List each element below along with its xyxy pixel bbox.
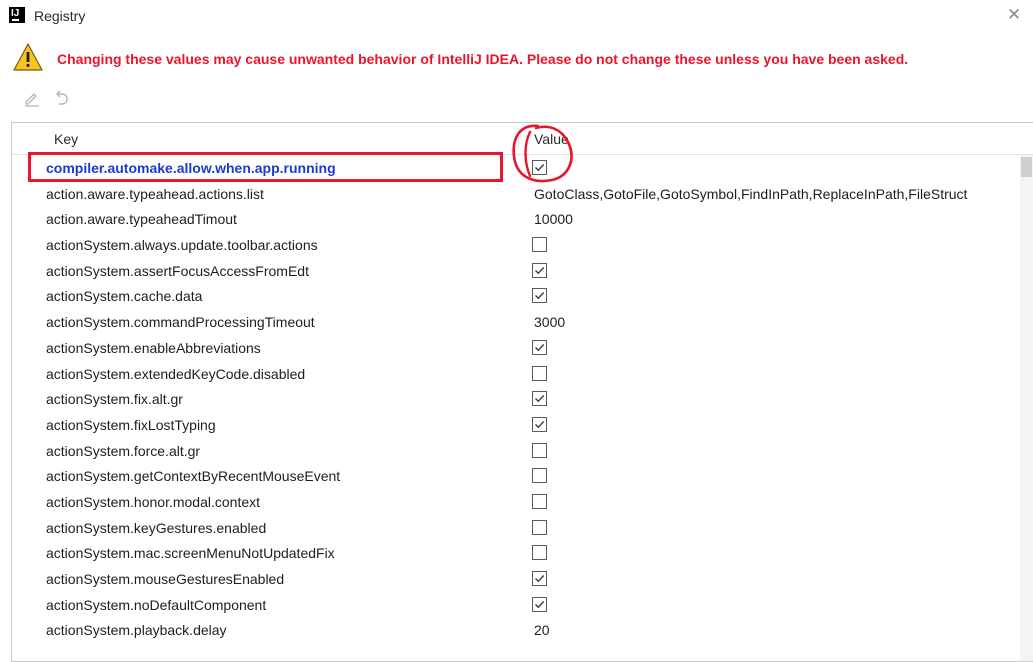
table-row[interactable]: actionSystem.force.alt.gr [12,438,1020,464]
table-row[interactable]: actionSystem.fix.alt.gr [12,386,1020,412]
row-value[interactable]: GotoClass,GotoFile,GotoSymbol,FindInPath… [534,186,1020,202]
scrollbar-thumb[interactable] [1021,157,1032,177]
row-key: actionSystem.mouseGesturesEnabled [46,571,285,587]
table-row[interactable]: compiler.automake.allow.when.app.running [12,155,1020,181]
column-divider[interactable] [518,129,519,149]
row-key: actionSystem.always.update.toolbar.actio… [46,237,318,254]
value-checkbox-unchecked[interactable] [532,519,547,535]
row-value[interactable]: 20 [534,622,1020,638]
row-key: actionSystem.commandProcessingTimeout [46,314,315,331]
table-row[interactable]: actionSystem.extendedKeyCode.disabled [12,361,1020,387]
registry-toolbar [22,88,102,110]
checkmark-icon [535,575,545,583]
window-title: Registry [34,8,86,24]
revert-undo-icon[interactable] [52,88,72,108]
table-row[interactable]: actionSystem.getContextByRecentMouseEven… [12,463,1020,489]
value-checkbox-checked[interactable] [532,160,547,175]
table-row[interactable]: actionSystem.honor.modal.context [12,489,1020,515]
registry-table: Key Value compiler.automake.allow.when.a… [11,122,1033,662]
row-key: actionSystem.assertFocusAccessFromEdt [46,262,309,279]
checkmark-icon [535,292,545,300]
row-key: actionSystem.fixLostTyping [46,416,216,433]
value-checkbox-checked[interactable] [532,262,547,278]
table-row[interactable]: actionSystem.mouseGesturesEnabled [12,566,1020,592]
checkmark-icon [535,395,545,403]
table-row[interactable]: action.aware.typeaheadTimout 10000 [12,206,1020,232]
row-key: actionSystem.fix.alt.gr [46,391,183,408]
value-checkbox-checked[interactable] [532,391,547,407]
row-key: actionSystem.noDefaultComponent [46,596,267,613]
value-checkbox-unchecked[interactable] [532,493,547,509]
table-row[interactable]: actionSystem.enableAbbreviations [12,335,1020,361]
warning-banner: Changing these values may cause unwanted… [12,42,1033,76]
checkmark-icon [535,600,545,608]
value-checkbox-unchecked[interactable] [532,442,547,458]
table-row[interactable]: actionSystem.keyGestures.enabled [12,515,1020,541]
checkmark-icon [535,164,545,172]
table-row[interactable]: action.aware.typeahead.actions.list GotoC… [12,181,1020,207]
row-key: action.aware.typeaheadTimout [46,211,237,228]
table-row[interactable]: actionSystem.cache.data [12,283,1020,309]
intellij-app-icon: IJ [9,7,25,23]
checkmark-icon [535,266,545,275]
value-checkbox-unchecked[interactable] [532,237,547,253]
value-checkbox-checked[interactable] [532,339,547,355]
table-row[interactable]: actionSystem.noDefaultComponent [12,592,1020,618]
row-key: actionSystem.enableAbbreviations [46,339,261,356]
row-key: actionSystem.keyGestures.enabled [46,519,267,536]
table-row[interactable]: actionSystem.always.update.toolbar.actio… [12,232,1020,258]
edit-pencil-icon[interactable] [22,88,42,108]
checkmark-icon [535,343,545,352]
row-key: actionSystem.playback.delay [46,622,227,639]
registry-dialog: IJ Registry ✕ Changing these values may … [0,0,1033,662]
value-checkbox-checked[interactable] [532,596,547,612]
value-checkbox-checked[interactable] [532,416,547,432]
value-checkbox-checked[interactable] [532,571,547,586]
row-key: actionSystem.force.alt.gr [46,442,201,459]
value-checkbox-unchecked[interactable] [532,468,547,484]
row-key: actionSystem.getContextByRecentMouseEven… [46,468,341,485]
table-body: compiler.automake.allow.when.app.running… [12,155,1020,643]
row-key: actionSystem.cache.data [46,288,203,305]
table-header: Key Value [12,123,1033,155]
table-row[interactable]: actionSystem.fixLostTyping [12,412,1020,438]
table-row[interactable]: actionSystem.mac.screenMenuNotUpdatedFix [12,540,1020,566]
warning-triangle-icon [13,43,43,71]
vertical-scrollbar[interactable] [1020,155,1033,661]
row-key: actionSystem.extendedKeyCode.disabled [46,365,306,382]
row-value[interactable]: 10000 [534,211,1020,227]
table-row[interactable]: actionSystem.playback.delay 20 [12,617,1020,643]
row-key: compiler.automake.allow.when.app.running [46,160,336,176]
column-header-value[interactable]: Value [534,131,569,147]
close-button[interactable]: ✕ [1003,4,1025,26]
row-key: actionSystem.mac.screenMenuNotUpdatedFix [46,545,335,562]
table-row[interactable]: actionSystem.commandProcessingTimeout 300… [12,309,1020,335]
title-bar: IJ Registry ✕ [0,0,1033,32]
row-key: action.aware.typeahead.actions.list [46,185,264,202]
table-row[interactable]: actionSystem.assertFocusAccessFromEdt [12,258,1020,284]
value-checkbox-checked[interactable] [532,288,547,304]
row-key: actionSystem.honor.modal.context [46,493,261,510]
value-checkbox-unchecked[interactable] [532,365,547,381]
value-checkbox-unchecked[interactable] [532,545,547,561]
warning-text: Changing these values may cause unwanted… [57,51,909,67]
row-value[interactable]: 3000 [534,314,1020,330]
checkmark-icon [535,420,545,429]
column-header-key[interactable]: Key [54,131,78,147]
